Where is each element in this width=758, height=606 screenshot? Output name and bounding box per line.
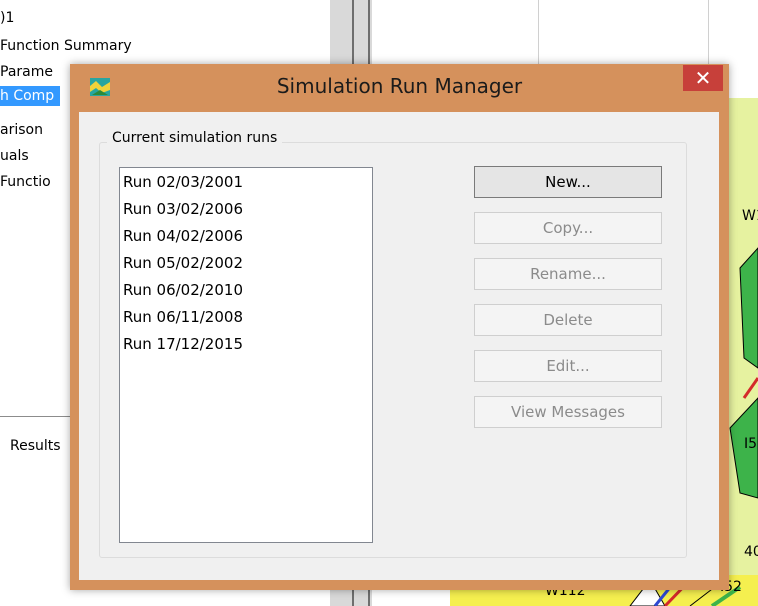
grid-line [538,0,539,64]
run-list-item[interactable]: Run 06/11/2008 [123,308,243,326]
dialog-body: Current simulation runs Run 02/03/2001 R… [79,112,719,580]
tree-item-function-summary[interactable]: Function Summary [0,36,132,56]
run-list-item[interactable]: Run 05/02/2002 [123,254,243,272]
tree-item[interactable]: )1 [0,8,14,28]
edit-button[interactable]: Edit... [474,350,662,382]
map-label: I55 [744,436,758,452]
run-list-item[interactable]: Run 02/03/2001 [123,173,243,191]
results-tab[interactable]: Results [10,438,61,454]
run-list-item[interactable]: Run 04/02/2006 [123,227,243,245]
runs-listbox[interactable]: Run 02/03/2001 Run 03/02/2006 Run 04/02/… [119,167,373,543]
group-label: Current simulation runs [107,130,283,146]
map-label: W11 [742,208,758,224]
new-button[interactable]: New... [474,166,662,198]
dialog-title: Simulation Run Manager [276,74,523,98]
run-list-item[interactable]: Run 03/02/2006 [123,200,243,218]
tree-item-parameters[interactable]: Parame [0,62,53,82]
close-button[interactable]: ✕ [683,65,723,91]
run-list-item[interactable]: Run 17/12/2015 [123,335,243,353]
tree-item-residuals[interactable]: uals [0,146,29,166]
simulation-run-manager-dialog: Simulation Run Manager ✕ Current simulat… [70,64,729,590]
delete-button[interactable]: Delete [474,304,662,336]
title-bar[interactable]: Simulation Run Manager ✕ [70,64,729,112]
tree-item-selected[interactable]: h Comp [0,86,61,106]
rename-button[interactable]: Rename... [474,258,662,290]
copy-button[interactable]: Copy... [474,212,662,244]
tree-item-comparison[interactable]: arison [0,120,43,140]
map-label: 40 [744,544,758,560]
grid-line [708,0,709,64]
run-list-item[interactable]: Run 06/02/2010 [123,281,243,299]
view-messages-button[interactable]: View Messages [474,396,662,428]
tree-item-function[interactable]: Functio [0,172,51,192]
